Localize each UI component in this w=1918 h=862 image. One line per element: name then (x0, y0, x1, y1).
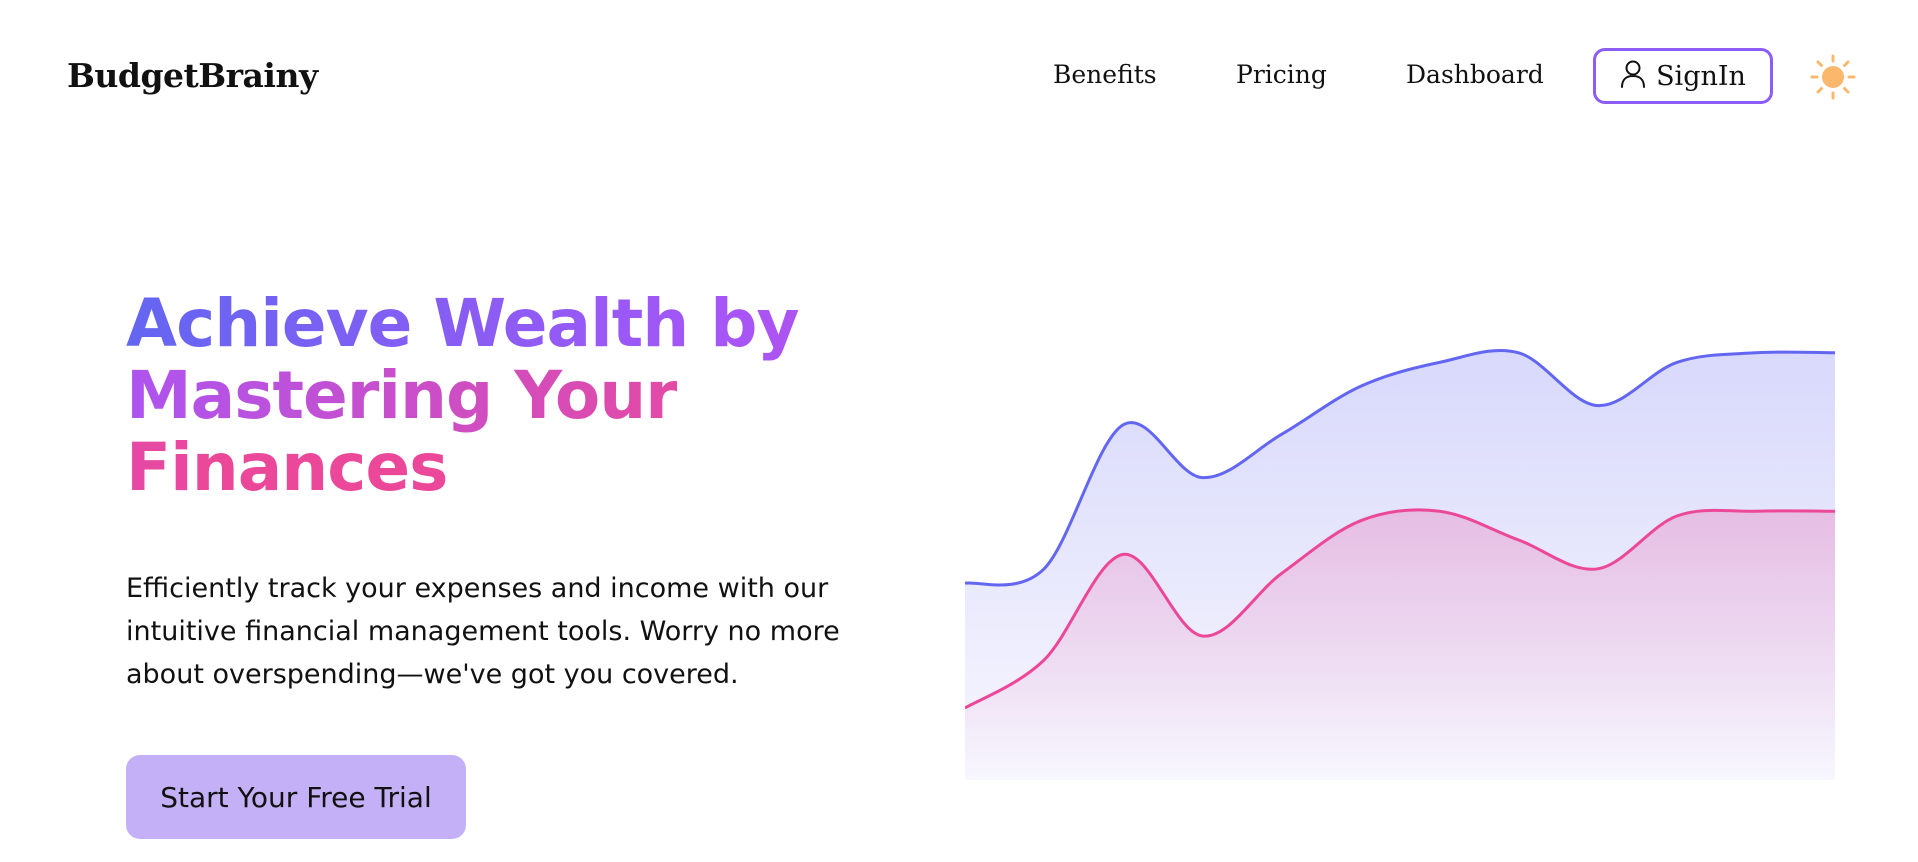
area-chart (964, 348, 1836, 780)
signin-button[interactable]: SignIn (1593, 48, 1773, 104)
top-nav: BudgetBrainy Benefits Pricing Dashboard … (0, 0, 1918, 160)
start-free-trial-button[interactable]: Start Your Free Trial (126, 755, 466, 839)
nav-link-dashboard[interactable]: Dashboard (1406, 60, 1544, 89)
hero-title-text: Achieve Wealth by Mastering Your Finance… (126, 285, 799, 506)
hero-chart (964, 300, 1836, 780)
nav-link-pricing[interactable]: Pricing (1236, 60, 1327, 89)
brand-logo[interactable]: BudgetBrainy (67, 56, 318, 95)
hero-subtitle: Efficiently track your expenses and inco… (126, 573, 840, 690)
signin-label: SignIn (1656, 60, 1746, 92)
hero-title: Achieve Wealth by Mastering Your Finance… (126, 288, 846, 504)
sun-icon (1810, 54, 1856, 100)
theme-toggle[interactable] (1810, 54, 1856, 100)
nav-link-benefits[interactable]: Benefits (1053, 60, 1157, 89)
user-icon (1620, 59, 1646, 93)
